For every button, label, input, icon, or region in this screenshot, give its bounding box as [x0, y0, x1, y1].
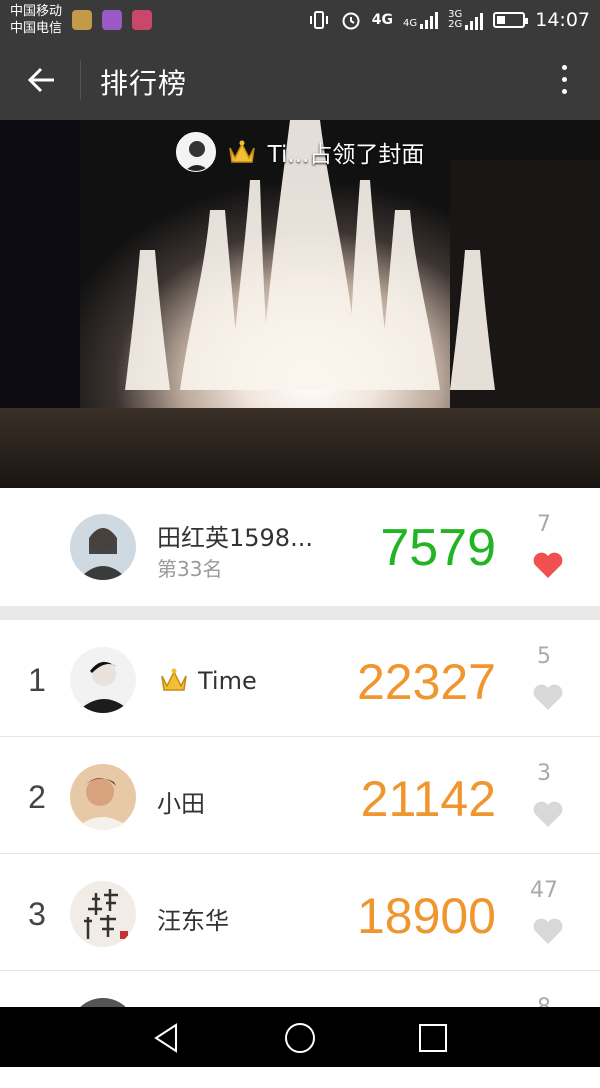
system-nav-bar [0, 1007, 600, 1067]
my-name: 田红英1598... [157, 524, 313, 552]
signal-icon-2 [465, 12, 484, 30]
battery-icon [493, 12, 529, 28]
carrier-1: 中国移动 [10, 4, 63, 19]
cover-owner-avatar[interactable] [175, 132, 216, 172]
cover-owner-name: Ti... [267, 142, 310, 168]
my-rank-row[interactable]: 田红英1598... 第33名 7579 7 [0, 488, 600, 606]
rank-number: 1 [28, 662, 46, 698]
avatar[interactable] [70, 881, 136, 947]
network-type-1: 4G [371, 12, 393, 28]
alarm-icon [342, 12, 360, 30]
rank-number: 3 [28, 896, 46, 932]
rank-number: 2 [28, 779, 46, 815]
toolbar: 排行榜 [0, 40, 600, 120]
cover-image[interactable]: Ti...占领了封面 [0, 120, 600, 488]
avatar[interactable] [70, 764, 136, 830]
network-type-4: 2G [448, 19, 463, 30]
carrier-info: 中国移动 中国电信 [10, 3, 62, 37]
user-name: Time [198, 667, 257, 695]
page-title: 排行榜 [100, 67, 188, 100]
step-count: 18900 [356, 888, 496, 944]
step-count: 22327 [356, 654, 496, 710]
like-count: 47 [530, 878, 558, 903]
toolbar-divider [80, 60, 81, 100]
step-count: 21142 [360, 771, 496, 827]
back-arrow-icon[interactable] [22, 60, 62, 100]
notification-app-icon [72, 10, 92, 30]
cover-banner: Ti...占领了封面 [0, 130, 600, 174]
cover-ground [0, 408, 600, 488]
cover-banner-text: Ti...占领了封面 [268, 135, 425, 169]
like-count: 3 [537, 761, 551, 786]
avatar[interactable] [70, 647, 136, 713]
vibrate-icon [309, 11, 328, 29]
my-rank-label: 第33名 [157, 557, 223, 581]
heart-icon[interactable] [532, 682, 564, 712]
cover-claim-text: 占领了封面 [309, 142, 425, 168]
clock: 14:07 [535, 9, 590, 31]
crown-icon [161, 668, 187, 691]
notification-gallery-icon [102, 10, 122, 30]
heart-icon[interactable] [532, 799, 564, 829]
signal-icon [420, 11, 439, 29]
ranking-row[interactable]: 2 小田 21142 3 [0, 737, 600, 854]
ranking-row[interactable]: 3 汪东华 18900 47 [0, 854, 600, 971]
heart-icon[interactable] [532, 550, 564, 580]
ranking-row[interactable]: 1 Time 22327 5 [0, 620, 600, 737]
recents-square-icon[interactable] [416, 1021, 450, 1055]
avatar[interactable] [70, 514, 136, 580]
network-type-2: 4G [402, 18, 418, 29]
carrier-2: 中国电信 [10, 21, 63, 36]
user-name: 小田 [157, 790, 205, 818]
user-name: 汪东华 [157, 907, 229, 935]
my-like-count: 7 [537, 512, 551, 537]
more-vertical-icon[interactable] [552, 62, 576, 98]
section-divider [0, 606, 600, 620]
home-circle-icon[interactable] [283, 1021, 317, 1055]
notification-shop-icon [132, 10, 152, 30]
like-count: 5 [537, 644, 551, 669]
heart-icon[interactable] [532, 916, 564, 946]
back-triangle-icon[interactable] [150, 1021, 184, 1055]
my-step-count: 7579 [380, 519, 496, 577]
crown-icon [228, 140, 255, 163]
status-bar: 中国移动 中国电信 4G 4G 3G 2G 14:07 [0, 0, 600, 40]
